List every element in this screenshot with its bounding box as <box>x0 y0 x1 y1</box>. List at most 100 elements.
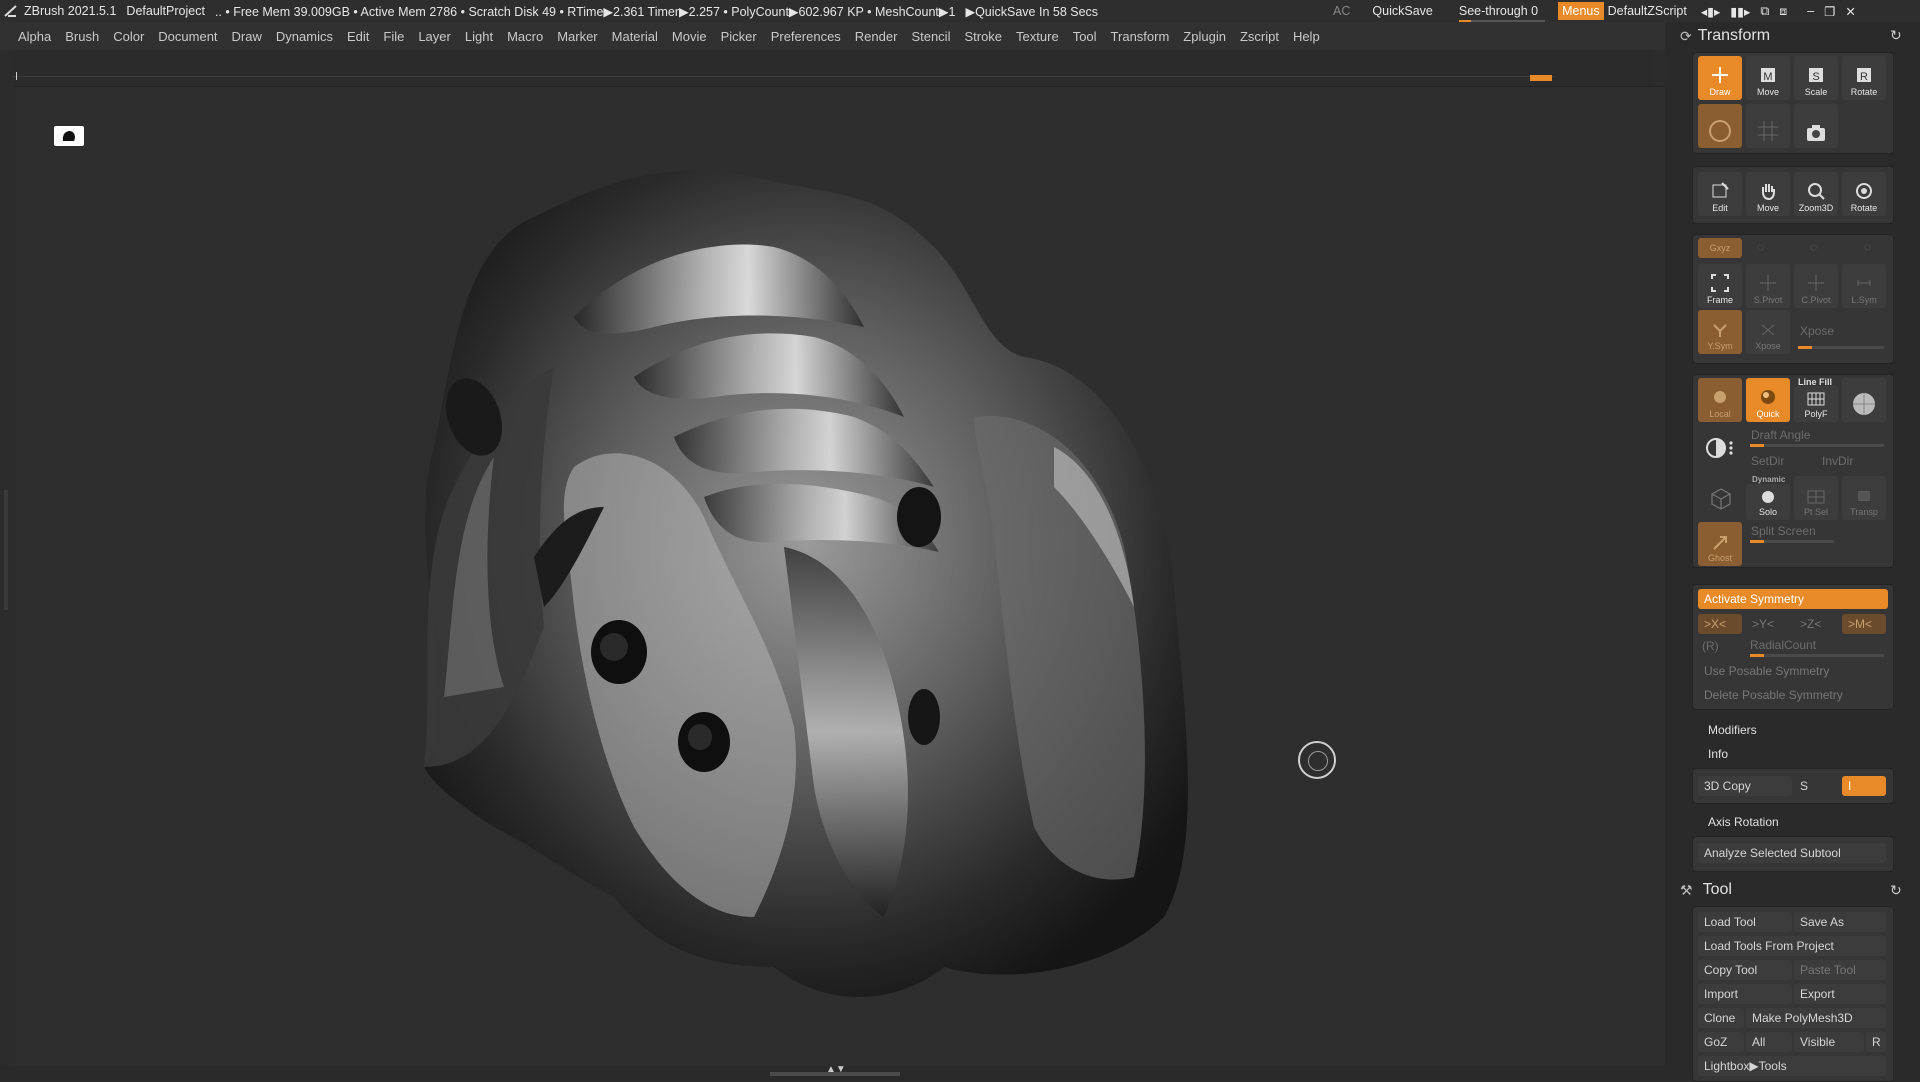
ysym-button[interactable]: Y.Sym <box>1698 310 1742 354</box>
transp-button[interactable]: Transp <box>1842 476 1886 520</box>
load-tool-button[interactable]: Load Tool <box>1698 912 1792 932</box>
menu-alpha[interactable]: Alpha <box>18 29 51 44</box>
close-icon[interactable]: ✕ <box>1845 4 1855 19</box>
goz-all-button[interactable]: All <box>1746 1032 1792 1052</box>
menu-brush[interactable]: Brush <box>65 29 99 44</box>
menu-color[interactable]: Color <box>113 29 144 44</box>
default-zscript-button[interactable]: DefaultZScript <box>1608 4 1687 18</box>
analyze-selected-subtool-button[interactable]: Analyze Selected Subtool <box>1698 843 1886 863</box>
import-button[interactable]: Import <box>1698 984 1792 1004</box>
menu-help[interactable]: Help <box>1293 29 1320 44</box>
tool-reset-icon[interactable]: ↻ <box>1890 882 1902 899</box>
goz-visible-button[interactable]: Visible <box>1794 1032 1864 1052</box>
zoom3d-button[interactable]: Zoom3D <box>1794 172 1838 216</box>
axis-lock-y-icon[interactable]: ◌ <box>1810 240 1817 254</box>
snapshot-button[interactable] <box>1794 104 1838 148</box>
axis-rotation-subpalette[interactable]: Axis Rotation <box>1708 815 1779 829</box>
local-button[interactable]: Local <box>1698 378 1742 422</box>
rotate-mode-button[interactable]: R Rotate <box>1842 56 1886 100</box>
lightbox-tools-button[interactable]: Lightbox▶Tools <box>1698 1056 1886 1076</box>
clone-button[interactable]: Clone <box>1698 1008 1744 1028</box>
sym-z-button[interactable]: >Z< <box>1794 614 1838 634</box>
solo-button[interactable]: Solo <box>1746 484 1790 520</box>
transform-reset-icon[interactable]: ↻ <box>1890 27 1902 44</box>
sym-m-button[interactable]: >M< <box>1842 614 1886 634</box>
export-button[interactable]: Export <box>1794 984 1886 1004</box>
cube-button[interactable] <box>1708 486 1734 512</box>
menu-texture[interactable]: Texture <box>1016 29 1059 44</box>
menu-marker[interactable]: Marker <box>557 29 597 44</box>
menus-toggle[interactable]: Menus <box>1558 2 1604 20</box>
window-switch-icon[interactable]: ⧈ <box>1779 4 1787 19</box>
draft-angle-slider[interactable] <box>1750 444 1884 447</box>
edit-button[interactable]: Edit <box>1698 172 1742 216</box>
menu-edit[interactable]: Edit <box>347 29 369 44</box>
canvas-viewport[interactable] <box>14 86 1666 1067</box>
timeline-marker[interactable] <box>1530 75 1552 81</box>
menu-stencil[interactable]: Stencil <box>911 29 950 44</box>
quick-button[interactable]: Quick <box>1746 378 1790 422</box>
cpivot-button[interactable]: C.Pivot <box>1794 264 1838 308</box>
menu-layer[interactable]: Layer <box>418 29 451 44</box>
project-name[interactable]: DefaultProject <box>126 4 205 18</box>
draft-analysis-button[interactable] <box>1704 434 1736 462</box>
copy3d-button[interactable]: 3D Copy <box>1698 776 1792 796</box>
gxyz-toggle[interactable]: Gxyz <box>1698 238 1742 258</box>
frame-button[interactable]: Frame <box>1698 264 1742 308</box>
menu-macro[interactable]: Macro <box>507 29 543 44</box>
use-posable-symmetry-button[interactable]: Use Posable Symmetry <box>1698 661 1888 681</box>
menu-light[interactable]: Light <box>465 29 493 44</box>
ac-button[interactable]: AC <box>1333 4 1350 18</box>
goz-r-button[interactable]: R <box>1866 1032 1886 1052</box>
rotate-view-button[interactable]: Rotate <box>1842 172 1886 216</box>
sym-y-button[interactable]: >Y< <box>1746 614 1790 634</box>
minimize-icon[interactable]: – <box>1807 4 1814 19</box>
timeline-track[interactable] <box>12 72 1554 82</box>
menu-material[interactable]: Material <box>612 29 658 44</box>
activate-symmetry-button[interactable]: Activate Symmetry <box>1698 589 1888 609</box>
sym-x-button[interactable]: >X< <box>1698 614 1742 634</box>
axis-lock-z-icon[interactable]: ◌ <box>1864 240 1871 254</box>
move-mode-button[interactable]: M Move <box>1746 56 1790 100</box>
draw-mode-button[interactable]: Draw <box>1698 56 1742 100</box>
make-polymesh3d-button[interactable]: Make PolyMesh3D <box>1746 1008 1886 1028</box>
copy3d-i-field[interactable]: I <box>1842 776 1886 796</box>
invdir-button[interactable]: InvDir <box>1822 454 1853 468</box>
load-tools-from-project-button[interactable]: Load Tools From Project <box>1698 936 1886 956</box>
transp-sphere-button[interactable] <box>1842 378 1886 422</box>
setdir-button[interactable]: SetDir <box>1751 454 1784 468</box>
save-as-button[interactable]: Save As <box>1794 912 1886 932</box>
menu-zplugin[interactable]: Zplugin <box>1183 29 1226 44</box>
menu-stroke[interactable]: Stroke <box>964 29 1002 44</box>
menu-render[interactable]: Render <box>855 29 898 44</box>
modifiers-subpalette[interactable]: Modifiers <box>1708 723 1757 737</box>
lsym-button[interactable]: L.Sym <box>1842 264 1886 308</box>
menu-draw[interactable]: Draw <box>232 29 262 44</box>
ptsel-button[interactable]: Pt Sel <box>1794 476 1838 520</box>
menu-document[interactable]: Document <box>158 29 217 44</box>
layout-toggle-icon[interactable]: ▮▮▸ <box>1730 4 1750 19</box>
ghost-button[interactable]: Ghost <box>1698 522 1742 566</box>
menu-zscript[interactable]: Zscript <box>1240 29 1279 44</box>
docking-icon[interactable]: ⧉ <box>1760 4 1769 19</box>
sculptris-mode-button[interactable] <box>1698 104 1742 148</box>
navigation-gizmo[interactable] <box>1298 741 1336 779</box>
tool-palette-header[interactable]: ⚒ Tool <box>1680 878 1732 902</box>
info-subpalette[interactable]: Info <box>1708 747 1728 761</box>
paste-tool-button[interactable]: Paste Tool <box>1794 960 1886 980</box>
menu-preferences[interactable]: Preferences <box>771 29 841 44</box>
left-tray[interactable] <box>0 50 14 1066</box>
delete-posable-symmetry-button[interactable]: Delete Posable Symmetry <box>1698 685 1888 705</box>
menu-movie[interactable]: Movie <box>672 29 707 44</box>
menu-transform[interactable]: Transform <box>1111 29 1170 44</box>
see-through-slider[interactable]: See-through 0 <box>1458 4 1545 22</box>
radial-r-button[interactable]: (R) <box>1702 639 1719 653</box>
polyf-button[interactable]: PolyF <box>1794 386 1838 422</box>
menu-file[interactable]: File <box>383 29 404 44</box>
radialcount-slider[interactable] <box>1750 654 1884 657</box>
split-screen-slider[interactable] <box>1750 540 1834 543</box>
transform-palette-header[interactable]: ⟳ Transform <box>1680 24 1770 48</box>
pan-button[interactable]: Move <box>1746 172 1790 216</box>
layout-arrows-icon[interactable]: ◂▮▸ <box>1701 4 1720 19</box>
expand-bottom-icon[interactable]: ▲▼ <box>826 1064 846 1075</box>
